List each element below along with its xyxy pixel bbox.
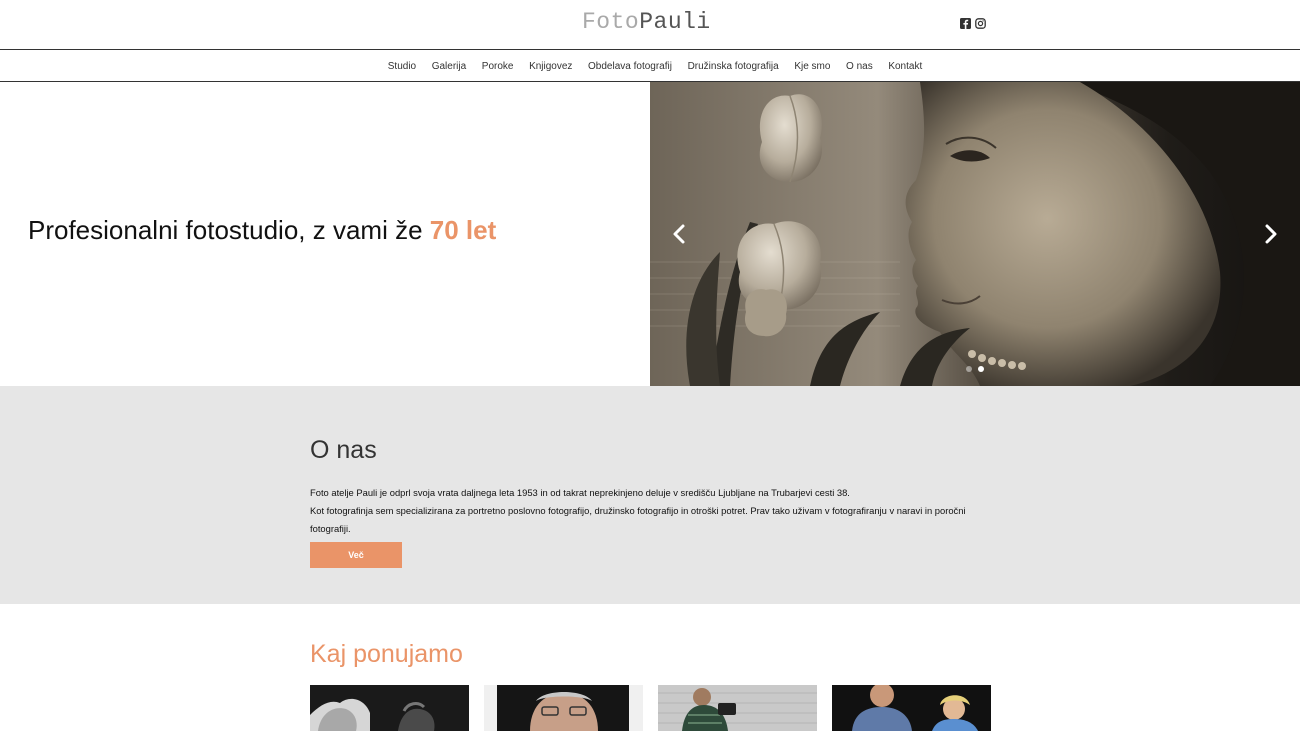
- instagram-icon[interactable]: [975, 18, 986, 29]
- nav-item-obdelava[interactable]: Obdelava fotografij: [580, 61, 680, 72]
- hero-photo: [650, 82, 1300, 386]
- hero-title-prefix: Profesionalni fotostudio, z vami že: [28, 215, 430, 245]
- offer-card-business[interactable]: [484, 685, 643, 731]
- hero-title: Profesionalni fotostudio, z vami že 70 l…: [28, 215, 496, 246]
- offer-card-wedding[interactable]: [310, 685, 469, 731]
- about-line-2: Kot fotografinja sem specializirana za p…: [310, 505, 966, 534]
- offer-cards: [310, 685, 991, 731]
- hero-text-panel: Profesionalni fotostudio, z vami že 70 l…: [0, 82, 650, 386]
- slider-next-arrow[interactable]: [1259, 222, 1281, 246]
- about-text: Foto atelje Pauli je odprl svoja vrata d…: [310, 484, 990, 538]
- nav-item-o-nas[interactable]: O nas: [838, 61, 880, 72]
- offer-card-family[interactable]: [832, 685, 991, 731]
- hero-slider: [650, 82, 1300, 386]
- nav-item-kontakt[interactable]: Kontakt: [881, 61, 931, 72]
- nav-item-knjigovez[interactable]: Knjigovez: [521, 61, 580, 72]
- facebook-icon[interactable]: [960, 18, 971, 29]
- nav-item-kje-smo[interactable]: Kje smo: [787, 61, 839, 72]
- nav-item-studio[interactable]: Studio: [380, 61, 424, 72]
- nav-item-druzinska[interactable]: Družinska fotografija: [680, 61, 787, 72]
- social-links: [960, 18, 986, 29]
- offer-heading: Kaj ponujamo: [310, 640, 463, 668]
- slider-dots: [966, 366, 984, 372]
- slider-dot-1[interactable]: [966, 366, 972, 372]
- about-line-1: Foto atelje Pauli je odprl svoja vrata d…: [310, 487, 850, 498]
- hero-section: Profesionalni fotostudio, z vami že 70 l…: [0, 82, 1300, 386]
- about-section: O nas Foto atelje Pauli je odprl svoja v…: [0, 386, 1300, 604]
- nav-item-galerija[interactable]: Galerija: [424, 61, 474, 72]
- slider-prev-arrow[interactable]: [669, 222, 691, 246]
- slider-dot-2[interactable]: [978, 366, 984, 372]
- about-heading: O nas: [310, 436, 377, 464]
- main-nav: Studio Galerija Poroke Knjigovez Obdelav…: [0, 51, 1300, 82]
- nav-item-poroke[interactable]: Poroke: [474, 61, 521, 72]
- logo[interactable]: FotoPauli: [582, 9, 711, 35]
- logo-pauli: Pauli: [639, 9, 711, 35]
- logo-foto: Foto: [582, 9, 640, 35]
- offer-card-children[interactable]: [658, 685, 817, 731]
- site-header: FotoPauli: [0, 0, 1300, 50]
- hero-title-accent: 70 let: [429, 215, 497, 245]
- more-button[interactable]: Več: [310, 542, 402, 568]
